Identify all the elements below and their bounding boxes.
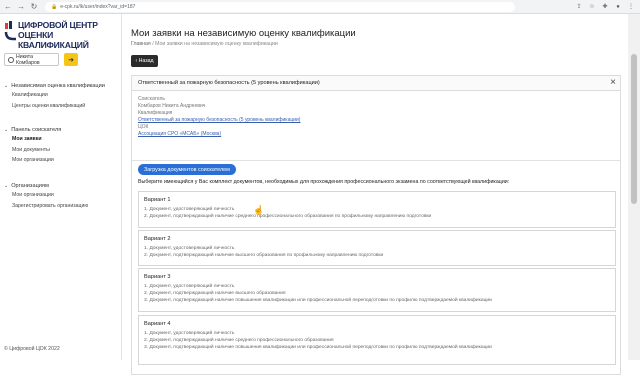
- divider: [132, 160, 620, 161]
- logout-button[interactable]: ➜: [64, 53, 78, 66]
- application-info: Соискатель Комбаров Никита Андреевич Ква…: [138, 96, 300, 139]
- sidebar-section-header[interactable]: ⌄ Организациям: [4, 182, 88, 190]
- user-icon: [8, 56, 14, 63]
- variant-line: 3. Документ, подтверждающий наличие повы…: [144, 345, 492, 350]
- sidebar-item-my-applications[interactable]: Мои заявки: [4, 134, 61, 145]
- chevron-down-icon: ⌄: [4, 127, 9, 133]
- variant-line: 2. Документ, подтверждающий наличие высш…: [144, 291, 286, 296]
- variant-line: 2. Документ, подтверждающий наличие сред…: [144, 338, 334, 343]
- sidebar-section-applicant: ⌄ Панель соискателя Мои заявки Мои докум…: [4, 126, 61, 166]
- breadcrumb-separator: /: [152, 41, 154, 47]
- browser-toolbar: ← → ↻ 🔒 e-cpk.ru/lk/user/index?var_id=18…: [0, 0, 640, 14]
- logo-line-1: ЦИФРОВОЙ ЦЕНТР: [18, 20, 98, 30]
- qualification-link[interactable]: Ответственный за пожарную безопасность (…: [138, 117, 300, 124]
- variant-title: Вариант 2: [144, 236, 171, 242]
- extensions-icon[interactable]: ✚: [601, 3, 609, 11]
- sidebar-section-header[interactable]: ⌄ Независимая оценка квалификации: [4, 82, 105, 90]
- logo-text: ЦИФРОВОЙ ЦЕНТР ОЦЕНКИ КВАЛИФИКАЦИЙ: [18, 20, 120, 50]
- sidebar: ЦИФРОВОЙ ЦЕНТР ОЦЕНКИ КВАЛИФИКАЦИЙ Никит…: [0, 14, 122, 360]
- share-icon[interactable]: ⇪: [575, 3, 583, 11]
- center-label: ЦОК: [138, 124, 149, 131]
- sidebar-item-centers[interactable]: Центры оценки квалификаций: [4, 101, 105, 112]
- user-name: Никита Комбаров: [15, 53, 40, 66]
- applicant-label: Соискатель: [138, 96, 166, 102]
- sidebar-item-register-org[interactable]: Зарегистрировать организацию: [4, 201, 88, 212]
- address-bar[interactable]: 🔒 e-cpk.ru/lk/user/index?var_id=187: [45, 1, 515, 12]
- variant-card[interactable]: Вариант 1 1. Документ, удостоверяющий ли…: [138, 191, 616, 228]
- sidebar-section-organizations: ⌄ Организациям Мои организации Зарегистр…: [4, 182, 88, 211]
- star-icon[interactable]: ☆: [588, 3, 596, 11]
- applicant-value: Комбаров Никита Андреевич: [138, 103, 206, 110]
- variant-title: Вариант 3: [144, 274, 171, 280]
- logout-icon: ➜: [68, 56, 74, 64]
- variant-line: 1. Документ, удостоверяющий личность: [144, 284, 235, 289]
- page-scrollbar[interactable]: [628, 14, 640, 360]
- chevron-down-icon: ⌄: [4, 183, 9, 189]
- variant-line: 1. Документ, удостоверяющий личность: [144, 207, 235, 212]
- mouse-cursor-icon: ☝: [253, 205, 265, 215]
- instruction-text: Выберите имеющийся у Вас комплект докуме…: [138, 179, 510, 185]
- variant-line: 2. Документ, подтверждающий наличие высш…: [144, 253, 384, 258]
- variant-line: 1. Документ, удостоверяющий личность: [144, 246, 235, 251]
- scrollbar-thumb[interactable]: [631, 54, 637, 204]
- footer-copyright: © Цифровой ЦОК 2022: [4, 346, 60, 352]
- logo-line-2: ОЦЕНКИ КВАЛИФИКАЦИЙ: [18, 30, 89, 50]
- sidebar-item-my-organizations[interactable]: Мои организации: [4, 155, 61, 166]
- breadcrumb-current: Мои заявки на независимую оценку квалифи…: [155, 41, 278, 47]
- variant-card[interactable]: Вариант 2 1. Документ, удостоверяющий ли…: [138, 230, 616, 266]
- variant-line: 3. Документ, подтверждающий наличие повы…: [144, 298, 492, 303]
- url-text: e-cpk.ru/lk/user/index?var_id=187: [60, 3, 136, 10]
- variant-card[interactable]: Вариант 4 1. Документ, удостоверяющий ли…: [138, 315, 616, 365]
- upload-documents-badge: Загрузка документов соискателем: [138, 164, 236, 175]
- variant-line: 2. Документ, подтверждающий наличие сред…: [144, 214, 432, 219]
- variant-title: Вариант 1: [144, 197, 171, 203]
- back-button-label: Назад: [138, 58, 154, 64]
- close-icon[interactable]: ×: [610, 78, 616, 88]
- reload-icon[interactable]: ↻: [29, 2, 39, 12]
- logo[interactable]: ЦИФРОВОЙ ЦЕНТР ОЦЕНКИ КВАЛИФИКАЦИЙ: [4, 17, 120, 50]
- panel-title: Ответственный за пожарную безопасность (…: [138, 80, 320, 86]
- variant-line: 1. Документ, удостоверяющий личность: [144, 331, 235, 336]
- chevron-down-icon: ⌄: [4, 83, 9, 89]
- back-button[interactable]: ‹ Назад: [131, 55, 158, 67]
- variant-card[interactable]: Вариант 3 1. Документ, удостоверяющий ли…: [138, 268, 616, 312]
- main-content: Мои заявки на независимую оценку квалифи…: [122, 14, 628, 375]
- forward-arrow-icon[interactable]: →: [16, 2, 26, 12]
- sidebar-item-qualifications[interactable]: Квалификации: [4, 90, 105, 101]
- user-profile-button[interactable]: Никита Комбаров: [4, 53, 59, 66]
- sidebar-section-header[interactable]: ⌄ Панель соискателя: [4, 126, 61, 134]
- panel-header: Ответственный за пожарную безопасность (…: [132, 76, 620, 91]
- sidebar-item-org-list[interactable]: Мои организации: [4, 190, 88, 201]
- application-panel: Ответственный за пожарную безопасность (…: [131, 75, 621, 375]
- menu-icon[interactable]: ⋮: [627, 3, 635, 11]
- variant-title: Вариант 4: [144, 321, 171, 327]
- breadcrumb: Главная / Мои заявки на независимую оцен…: [131, 41, 278, 47]
- logo-mark-icon: [4, 21, 16, 41]
- page-title: Мои заявки на независимую оценку квалифи…: [131, 28, 356, 39]
- center-link[interactable]: Ассоциация СРО «МСАБ» (Москва): [138, 131, 300, 138]
- lock-icon: 🔒: [51, 3, 58, 10]
- breadcrumb-home[interactable]: Главная: [131, 41, 151, 47]
- profile-icon[interactable]: ●: [614, 3, 622, 11]
- sidebar-section-noq: ⌄ Независимая оценка квалификации Квалиф…: [4, 82, 105, 111]
- sidebar-item-my-documents[interactable]: Мои документы: [4, 145, 61, 156]
- back-arrow-icon[interactable]: ←: [3, 2, 13, 12]
